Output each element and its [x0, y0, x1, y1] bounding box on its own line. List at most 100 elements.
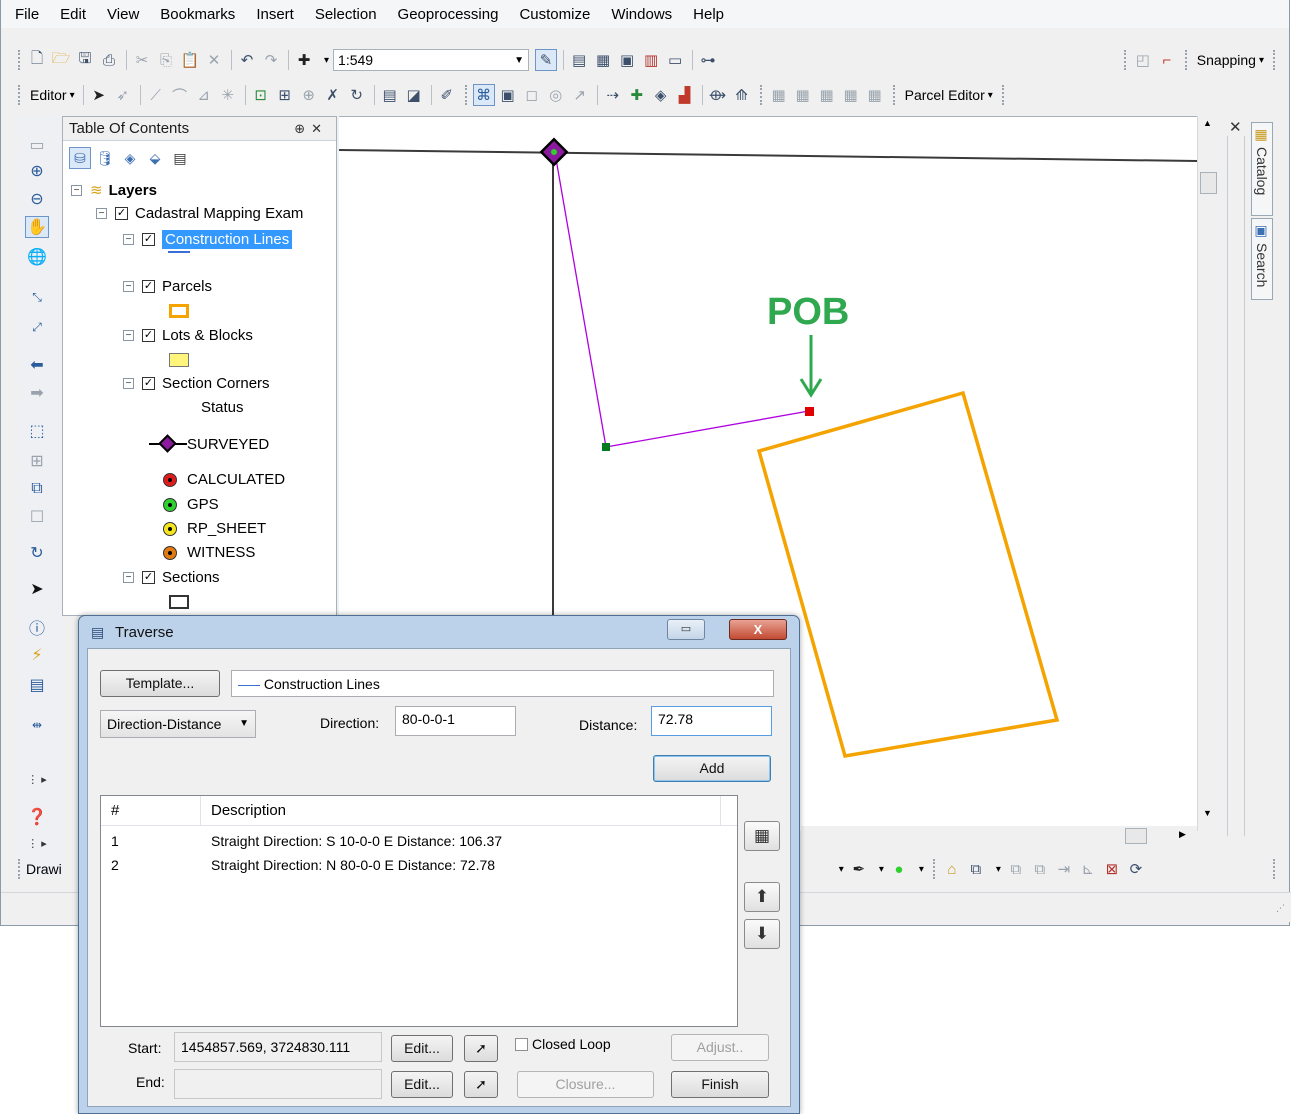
menu-insert[interactable]: Insert [256, 6, 294, 23]
collapse-icon[interactable]: − [123, 330, 134, 341]
collapse-icon[interactable]: ▭ [25, 134, 49, 156]
scroll-up-icon[interactable]: ▲ [1203, 118, 1212, 128]
menu-geoprocessing[interactable]: Geoprocessing [398, 6, 499, 23]
toolbar-grip[interactable] [1273, 859, 1276, 879]
layers-node[interactable]: − ≋ Layers [71, 181, 157, 199]
cut-icon[interactable]: ✂ [131, 49, 153, 71]
cogo-offset-icon[interactable]: ✚ [626, 84, 648, 106]
traverse-tool-icon[interactable]: ⌘ [472, 84, 495, 106]
parcel-open-icon[interactable]: ▦ [768, 84, 790, 106]
list-by-selection-icon[interactable]: ⬙ [144, 147, 166, 169]
scroll-down-icon[interactable]: ▼ [1203, 808, 1212, 818]
split-tool-icon[interactable]: ✗ [322, 84, 344, 106]
drawing-menu[interactable]: Drawi [26, 861, 62, 877]
edit-tool-icon[interactable]: ➤ [88, 84, 110, 106]
python-window-icon[interactable]: ▭ [664, 49, 686, 71]
reshape-icon[interactable]: ⊞ [274, 84, 296, 106]
column-header-number[interactable]: # [101, 796, 201, 825]
menu-edit[interactable]: Edit [60, 6, 86, 23]
toolbar-grip-icon[interactable]: ⋮ ▸ [25, 768, 49, 790]
close-button[interactable]: X [729, 619, 787, 640]
zoom-in-icon[interactable]: ⊕ [25, 160, 49, 182]
layer-section-corners[interactable]: − ✓ Section Corners [123, 375, 270, 392]
parcel-merge-icon[interactable]: ▦ [840, 84, 862, 106]
menu-view[interactable]: View [107, 6, 139, 23]
start-field[interactable]: 1454857.569, 3724830.111 [174, 1032, 382, 1062]
select-elements-icon[interactable]: ➤ [25, 578, 49, 600]
toolbar-grip[interactable] [1123, 50, 1127, 70]
search-tab[interactable]: ▣ Search [1251, 218, 1273, 300]
visibility-checkbox[interactable]: ✓ [142, 233, 155, 246]
toolbar-grip[interactable] [1001, 85, 1005, 105]
finish-button[interactable]: Finish [671, 1071, 769, 1098]
collapse-icon[interactable]: − [123, 234, 134, 245]
cogo-report-icon[interactable]: ▟ [674, 84, 696, 106]
line-color-dropdown[interactable] [872, 858, 888, 880]
editor-menu[interactable]: Editor [26, 84, 79, 106]
parcel-details-icon[interactable]: ▦ [864, 84, 886, 106]
delete-icon[interactable]: ✕ [203, 49, 225, 71]
marker-color-dropdown[interactable] [912, 858, 928, 880]
new-document-icon[interactable]: 🗋 [26, 49, 48, 71]
visibility-checkbox[interactable]: ✓ [115, 207, 128, 220]
fabric-split-icon[interactable]: ⇥ [1053, 858, 1075, 880]
catalog-window-icon[interactable]: ▦ [592, 49, 614, 71]
direction-input[interactable]: 80-0-0-1 [395, 706, 516, 736]
full-extent-icon[interactable]: 🌐 [25, 246, 49, 268]
html-popup-icon[interactable]: ▤ [25, 674, 49, 696]
scroll-thumb[interactable] [1200, 172, 1217, 194]
toolbar-grip[interactable] [932, 859, 936, 879]
sketch-properties-icon[interactable]: ◪ [403, 84, 425, 106]
fabric-history-icon[interactable]: ⟳ [1125, 858, 1147, 880]
layer-construction-lines[interactable]: − ✓ Construction Lines [123, 230, 293, 249]
fabric-tools-icon[interactable]: ⧉ [965, 858, 987, 880]
closed-loop-checkbox[interactable]: Closed Loop [515, 1036, 611, 1052]
fabric-adjust-icon[interactable]: ⧉ [1005, 858, 1027, 880]
menu-customize[interactable]: Customize [519, 6, 590, 23]
collapse-icon[interactable]: − [123, 378, 134, 389]
layer-sections[interactable]: − ✓ Sections [123, 569, 220, 586]
go-forward-icon[interactable]: ➡ [25, 382, 49, 404]
print-icon[interactable]: ⎙ [98, 49, 120, 71]
search-window-icon[interactable]: ▣ [616, 49, 638, 71]
move-down-button[interactable]: ⬇ [744, 919, 780, 949]
fabric-line-icon[interactable]: ⊾ [1077, 858, 1099, 880]
closure-button[interactable]: Closure... [517, 1071, 654, 1098]
parcel-lineage-icon[interactable]: ⌂ [941, 858, 963, 880]
straight-segment-icon[interactable]: ⟋ [145, 84, 167, 106]
layer-parcels[interactable]: − ✓ Parcels [123, 278, 212, 295]
add-button[interactable]: Add [653, 755, 771, 782]
toolbar-grip[interactable] [18, 859, 21, 879]
fixed-zoom-out-icon[interactable]: ⤢ [25, 316, 49, 338]
collapse-icon[interactable]: − [123, 572, 134, 583]
distance-input[interactable]: 72.78 [651, 706, 772, 736]
menu-windows[interactable]: Windows [611, 6, 672, 23]
map-scale-combo[interactable]: 1:549 ▼ [333, 49, 530, 71]
arctoolbox-icon[interactable]: ▥ [640, 49, 662, 71]
start-pick-button[interactable]: ➚ [464, 1035, 498, 1062]
fabric-report-icon[interactable]: ⊠ [1101, 858, 1123, 880]
line-symbol[interactable] [168, 251, 190, 253]
refresh-icon[interactable]: ↻ [25, 542, 49, 564]
create-features-icon[interactable]: ✐ [436, 84, 458, 106]
edit-annotation-icon[interactable]: ➶ [112, 84, 134, 106]
fixed-zoom-in-icon[interactable]: ⤡ [25, 286, 49, 308]
toolbar-grip-icon[interactable]: ⋮ ▸ [25, 832, 49, 854]
toolbar-grip[interactable] [759, 85, 763, 105]
properties-button[interactable]: ▦ [744, 821, 780, 851]
attributes-icon[interactable]: ▤ [379, 84, 401, 106]
select-elements-disabled-icon[interactable]: ☐ [25, 506, 49, 528]
list-by-drawing-order-icon[interactable]: ⛁ [69, 147, 91, 169]
toolbar-grip[interactable] [1273, 50, 1276, 70]
editor-toolbar-icon[interactable]: ✎ [535, 49, 558, 71]
go-back-icon[interactable]: ⬅ [25, 354, 49, 376]
table-of-contents-icon[interactable]: ▤ [568, 49, 590, 71]
zoom-to-selected-icon[interactable]: ⊞ [25, 450, 49, 472]
column-header-description[interactable]: Description [201, 796, 721, 825]
zoom-out-icon[interactable]: ⊖ [25, 188, 49, 210]
add-data-icon[interactable]: ✚ [293, 49, 315, 71]
parcel-symbol[interactable] [169, 304, 189, 318]
copy-icon[interactable]: ⎘ [155, 49, 177, 71]
identify-icon[interactable]: ⓘ [25, 616, 49, 638]
legend-surveyed[interactable]: SURVEYED [149, 434, 269, 453]
